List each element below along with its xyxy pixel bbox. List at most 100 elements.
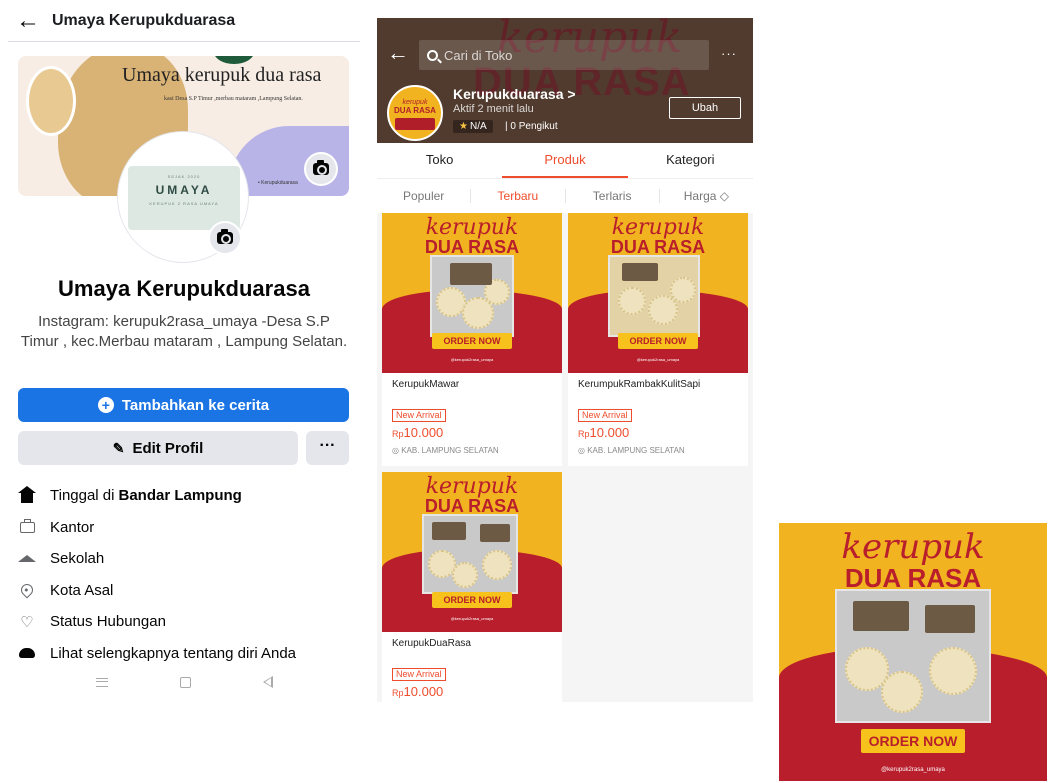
poster-script: kerupuk: [841, 527, 985, 567]
avatar-since-text: SEJAK 2020: [167, 174, 201, 179]
sort-harga[interactable]: Harga ◇: [660, 189, 753, 203]
more-menu-icon[interactable]: ···: [721, 46, 737, 61]
shop-search-input[interactable]: Cari di Toko: [419, 40, 709, 70]
location-pin-icon: [18, 581, 36, 599]
poster-handle: @kerupuk2rasa_umaya: [881, 767, 945, 773]
shop-header: kerupuk DUA RASA ← Cari di Toko ··· keru…: [377, 18, 753, 143]
system-navigation-bar: [0, 664, 368, 700]
plus-circle-icon: +: [97, 397, 114, 413]
product-name: KerumpukRambakKulitSapi: [578, 379, 701, 390]
product-location: ◎ KAB. LAMPUNG SELATAN: [578, 446, 685, 455]
product-image: kerupuk DUA RASA ORDER NOW @kerupuk2rasa…: [382, 213, 562, 373]
product-image: kerupuk DUA RASA ORDER NOW @kerupuk2rasa…: [568, 213, 748, 373]
lives-in-prefix: Tinggal di: [50, 487, 115, 505]
detail-hometown[interactable]: Kota Asal: [18, 575, 358, 607]
edit-shop-button[interactable]: Ubah: [669, 97, 741, 119]
tab-produk[interactable]: Produk: [502, 143, 628, 178]
art-handle: @kerupuk2rasa_umaya: [636, 357, 680, 362]
art-handle: @kerupuk2rasa_umaya: [450, 357, 494, 362]
product-pack: [422, 514, 518, 594]
see-more-label: Lihat selengkapnya tentang diri Anda: [50, 644, 297, 662]
relationship-label: Status Hubungan: [50, 613, 166, 631]
logo-script: kerupuk: [402, 99, 428, 106]
poster-order-now: ORDER NOW: [861, 729, 965, 753]
search-placeholder: Cari di Toko: [444, 47, 513, 63]
product-location: ◎ KAB. LAMPUNG SELATAN: [392, 446, 499, 455]
new-arrival-badge: New Arrival: [578, 409, 632, 422]
product-name: KerupukDuaRasa: [392, 638, 471, 649]
lives-in-city: Bandar Lampung: [118, 487, 242, 505]
edit-profile-button[interactable]: ✎ Edit Profil: [18, 431, 298, 465]
art-order-button: ORDER NOW: [432, 333, 512, 349]
profile-top-bar: ← Umaya Kerupukduarasa: [8, 0, 360, 42]
school-label: Sekolah: [50, 550, 105, 568]
product-pack: [608, 255, 700, 337]
shop-name[interactable]: Kerupukduarasa >: [453, 86, 576, 102]
shop-screen: kerupuk DUA RASA ← Cari di Toko ··· keru…: [377, 18, 753, 702]
detail-school[interactable]: Sekolah: [18, 543, 358, 575]
shop-followers: | 0 Pengikut: [505, 121, 558, 132]
star-icon: ★: [459, 121, 468, 132]
avatar-tagline-text: KERUPUK 2 RASA UMAYA: [149, 201, 219, 206]
add-to-story-button[interactable]: + Tambahkan ke cerita: [18, 388, 349, 422]
cover-bullet: • Kerupukduarasa: [258, 180, 298, 186]
system-back-icon[interactable]: [262, 676, 273, 688]
cover-title: Umaya kerupuk dua rasa: [122, 64, 322, 86]
sort-terlaris[interactable]: Terlaris: [566, 189, 660, 203]
heart-icon: ♡: [20, 613, 34, 631]
tab-toko[interactable]: Toko: [377, 143, 502, 178]
product-card[interactable]: kerupuk DUA RASA ORDER NOW @kerupuk2rasa…: [382, 213, 562, 466]
cover-kerupuk-closeup: [26, 66, 76, 136]
sort-bar: Populer Terbaru Terlaris Harga ◇: [377, 179, 753, 213]
art-order-button: ORDER NOW: [618, 333, 698, 349]
rating-value: N/A: [469, 121, 487, 132]
pencil-icon: ✎: [112, 439, 125, 456]
product-price: Rp10.000: [578, 425, 630, 440]
facebook-profile-screen: ← Umaya Kerupukduarasa Umaya kerupuk dua…: [0, 0, 368, 700]
camera-icon: [217, 229, 233, 244]
graduation-cap-icon: [18, 550, 36, 568]
logo-title: DUA RASA: [394, 106, 436, 115]
avatar-brand-text: UMAYA: [155, 183, 213, 197]
briefcase-icon: [18, 518, 36, 536]
shop-active-status: Aktif 2 menit lalu: [453, 103, 534, 115]
product-poster-image: kerupuk DUA RASA ORDER NOW @kerupuk2rasa…: [779, 523, 1047, 781]
new-arrival-badge: New Arrival: [392, 409, 446, 422]
sort-populer[interactable]: Populer: [377, 189, 472, 203]
product-card[interactable]: kerupuk DUA RASA ORDER NOW @kerupuk2rasa…: [382, 472, 562, 702]
more-options-button[interactable]: ···: [306, 431, 349, 465]
tab-kategori[interactable]: Kategori: [628, 143, 753, 178]
shop-rating: ★ N/A: [453, 120, 493, 133]
more-dots-icon: [18, 644, 36, 662]
art-order-button: ORDER NOW: [432, 592, 512, 608]
edit-profile-label: Edit Profil: [132, 439, 204, 457]
product-price: Rp10.000: [392, 425, 444, 440]
detail-work[interactable]: Kantor: [18, 512, 358, 544]
add-to-story-label: Tambahkan ke cerita: [121, 396, 270, 414]
detail-lives-in[interactable]: Tinggal di Bandar Lampung: [18, 480, 358, 512]
recent-apps-icon[interactable]: [95, 677, 108, 687]
product-pack: [430, 255, 514, 337]
cover-camera-button[interactable]: [304, 152, 338, 186]
sort-terbaru[interactable]: Terbaru: [471, 189, 566, 203]
product-card[interactable]: kerupuk DUA RASA ORDER NOW @kerupuk2rasa…: [568, 213, 748, 466]
profile-name: Umaya Kerupukduarasa: [58, 276, 310, 301]
detail-relationship[interactable]: ♡ Status Hubungan: [18, 606, 358, 638]
art-handle: @kerupuk2rasa_umaya: [450, 616, 494, 621]
back-arrow-icon[interactable]: ←: [387, 40, 409, 66]
search-icon: [427, 49, 438, 61]
shop-logo[interactable]: kerupuk DUA RASA: [387, 85, 443, 141]
work-label: Kantor: [50, 518, 95, 536]
product-image: kerupuk DUA RASA ORDER NOW @kerupuk2rasa…: [382, 472, 562, 632]
hometown-label: Kota Asal: [50, 581, 114, 599]
shop-tabs: Toko Produk Kategori: [377, 143, 753, 179]
cover-subtitle: kasi Desa S.P Timur ,merbau mataram ,Lam…: [164, 96, 303, 102]
header-title: Umaya Kerupukduarasa: [52, 11, 236, 29]
profile-bio: Instagram: kerupuk2rasa_umaya -Desa S.P …: [20, 313, 348, 350]
avatar-camera-button[interactable]: [208, 221, 242, 255]
poster-product-pack: [835, 589, 991, 723]
back-arrow-icon[interactable]: ←: [8, 1, 48, 41]
logo-pack-graphic: [395, 118, 435, 130]
home-button-icon[interactable]: [179, 676, 191, 688]
profile-details-list: Tinggal di Bandar Lampung Kantor Sekolah…: [18, 480, 358, 669]
